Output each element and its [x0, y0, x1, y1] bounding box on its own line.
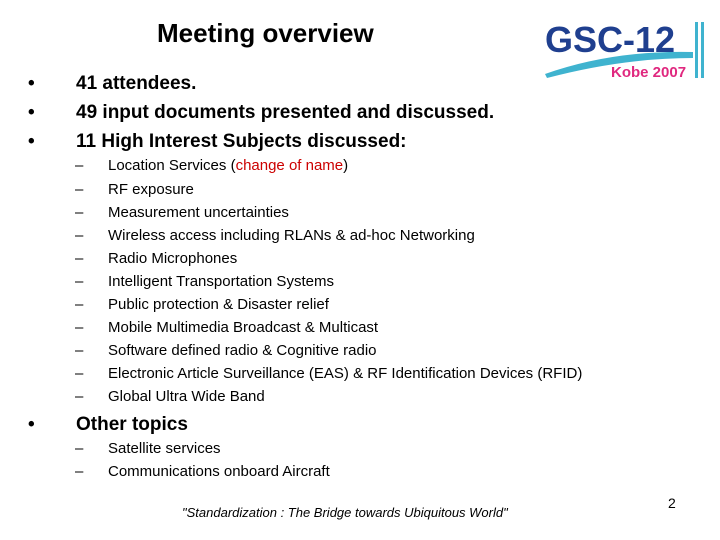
subject-item: – Global Ultra Wide Band — [75, 388, 265, 405]
bullet-marker: • — [28, 73, 35, 94]
dash-marker: – — [75, 157, 84, 174]
dash-marker: – — [75, 365, 84, 382]
dash-marker: – — [75, 319, 84, 336]
subject-text: Wireless access including RLANs & ad-hoc… — [108, 227, 475, 244]
dash-marker: – — [75, 342, 84, 359]
slide-title: Meeting overview — [157, 18, 374, 48]
subject-text: Mobile Multimedia Broadcast & Multicast — [108, 319, 379, 336]
bullet-text: 41 attendees. — [76, 73, 197, 94]
bullet-subjects: • 11 High Interest Subjects discussed: — [28, 131, 407, 153]
subject-item: – RF exposure — [75, 181, 194, 198]
logo-main-text: GSC-12 — [545, 20, 675, 60]
subject-item: – Location Services (change of name) — [75, 157, 348, 174]
subject-item: – Radio Microphones — [75, 250, 237, 267]
dash-marker: – — [75, 181, 84, 198]
bullet-marker: • — [28, 102, 35, 123]
subject-text: Electronic Article Surveillance (EAS) & … — [108, 365, 583, 382]
dash-marker: – — [75, 440, 84, 457]
bullet-marker: • — [28, 131, 35, 152]
page-number: 2 — [668, 495, 676, 511]
subject-item: – Wireless access including RLANs & ad-ho… — [75, 227, 475, 244]
dash-marker: – — [75, 204, 84, 221]
subject-text: Software defined radio & Cognitive radio — [108, 342, 377, 359]
subject-item: – Mobile Multimedia Broadcast & Multicast — [75, 319, 378, 336]
bridge-tower-shape — [695, 22, 698, 78]
subject-item: – Software defined radio & Cognitive radi… — [75, 342, 377, 359]
subject-item: – Measurement uncertainties — [75, 204, 289, 221]
bullet-attendees: • 41 attendees. — [28, 73, 196, 95]
dash-marker: – — [75, 463, 84, 480]
bullet-marker: • — [28, 414, 35, 435]
bullet-text: Other topics — [76, 414, 188, 435]
other-topic-item: – Communications onboard Aircraft — [75, 463, 330, 480]
dash-marker: – — [75, 250, 84, 267]
dash-marker: – — [75, 273, 84, 290]
subject-text: Location Services ( — [108, 157, 236, 174]
dash-marker: – — [75, 227, 84, 244]
other-topic-item: – Satellite services — [75, 440, 221, 457]
logo-sub-text: Kobe 2007 — [611, 64, 686, 80]
subject-text: Global Ultra Wide Band — [108, 388, 265, 405]
subject-item: – Electronic Article Surveillance (EAS) &… — [75, 365, 582, 382]
subject-text: RF exposure — [108, 181, 194, 198]
subject-highlight: change of name — [235, 157, 344, 174]
dash-marker: – — [75, 388, 84, 405]
subject-text: Satellite services — [108, 440, 221, 457]
subject-text: Communications onboard Aircraft — [108, 463, 330, 480]
bullet-documents: • 49 input documents presented and discus… — [28, 102, 494, 124]
subject-text: Measurement uncertainties — [108, 204, 289, 221]
subject-text: Public protection & Disaster relief — [108, 296, 329, 313]
gsc12-logo: GSC-12 Kobe 2007 — [545, 20, 704, 80]
bullet-text: 11 High Interest Subjects discussed: — [76, 131, 407, 152]
bullet-other-topics: • Other topics — [28, 414, 188, 436]
subject-text: Radio Microphones — [108, 250, 238, 267]
bullet-text: 49 input documents presented and discuss… — [76, 102, 495, 123]
dash-marker: – — [75, 296, 84, 313]
subject-item: – Intelligent Transportation Systems — [75, 273, 334, 290]
subject-item: – Public protection & Disaster relief — [75, 296, 329, 313]
subject-text-after: ) — [343, 157, 349, 174]
subject-text: Intelligent Transportation Systems — [108, 273, 334, 290]
slide-footer: "Standardization : The Bridge towards Ub… — [182, 505, 508, 520]
